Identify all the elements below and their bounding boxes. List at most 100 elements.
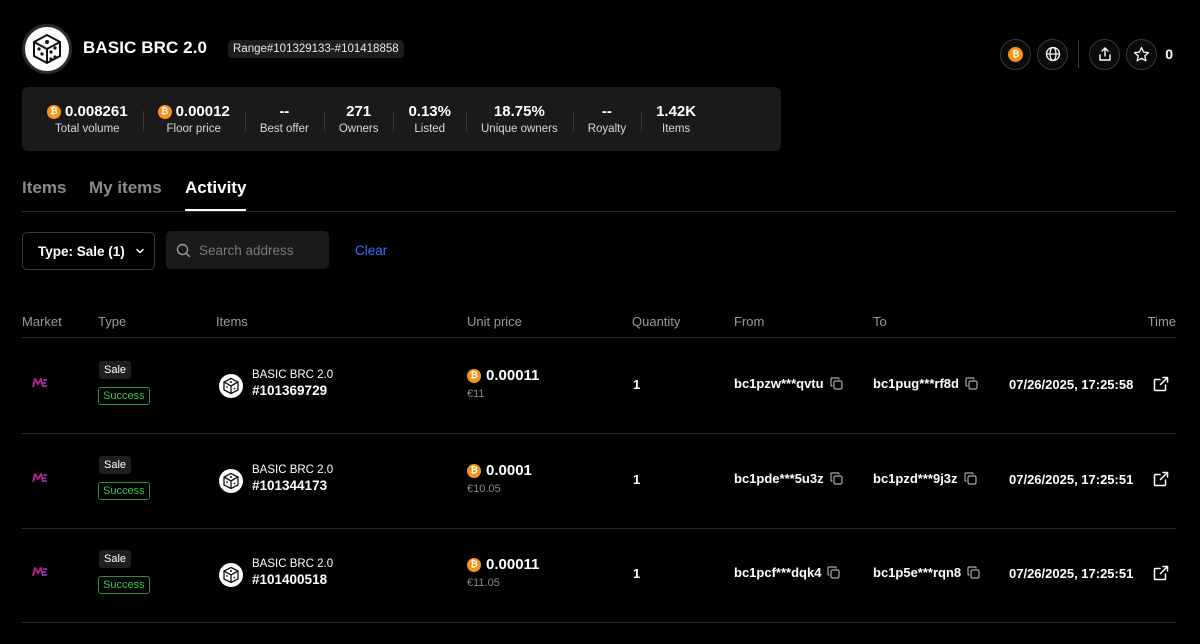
external-link-icon[interactable] — [1153, 471, 1169, 487]
copy-icon[interactable] — [965, 377, 978, 390]
stat-items: 1.42K Items — [641, 103, 711, 135]
from-address: bc1pzw***qvtu — [734, 376, 843, 391]
to-address: bc1pug***rf8d — [873, 376, 978, 391]
website-button[interactable] — [1037, 38, 1069, 70]
item-thumbnail[interactable] — [219, 374, 243, 398]
stat-label: Royalty — [587, 123, 627, 135]
tab-items[interactable]: Items — [22, 178, 66, 198]
stat-label: Unique owners — [481, 123, 558, 135]
item-info[interactable]: BASIC BRC 2.0 #101400518 — [252, 558, 333, 587]
stat-value: -- — [279, 103, 290, 120]
price-fiat: €11.05 — [467, 577, 500, 589]
from-address-text[interactable]: bc1pzw***qvtu — [734, 376, 824, 391]
quantity: 1 — [633, 377, 641, 392]
stat-unique-owners: 18.75% Unique owners — [466, 103, 573, 135]
type-filter-dropdown[interactable]: Type: Sale (1) — [22, 232, 155, 270]
active-tab-indicator — [185, 209, 246, 211]
magic-eden-icon[interactable] — [32, 377, 48, 389]
column-header-to: To — [873, 314, 887, 329]
stat-label: Items — [662, 123, 691, 135]
column-header-market: Market — [22, 314, 62, 329]
search-input[interactable] — [199, 242, 319, 258]
tab-activity[interactable]: Activity — [185, 178, 246, 198]
unit-price: ₿ 0.00011 €11 — [467, 367, 539, 400]
favorite-button[interactable] — [1126, 38, 1158, 70]
bitcoin-icon: ₿ — [157, 104, 172, 119]
price-value: 0.00011 — [486, 556, 540, 573]
timestamp: 07/26/2025, 17:25:51 — [1009, 472, 1134, 487]
header-divider — [1078, 40, 1080, 68]
stat-label: Floor price — [166, 123, 221, 135]
search-icon — [176, 243, 191, 257]
dice-icon — [223, 472, 239, 490]
copy-icon[interactable] — [827, 566, 841, 579]
activity-row: Sale Success BASIC BRC 2.0 #101344173 ₿ 0… — [22, 434, 1176, 529]
stat-royalty: -- Royalty — [572, 103, 641, 135]
status-badge: Success — [98, 387, 150, 405]
column-header-quantity: Quantity — [632, 314, 681, 329]
item-info[interactable]: BASIC BRC 2.0 #101344173 — [252, 464, 333, 493]
share-button[interactable] — [1089, 38, 1121, 70]
magic-eden-icon[interactable] — [32, 472, 48, 484]
bitcoin-button[interactable]: ₿ — [1000, 38, 1032, 70]
timestamp: 07/26/2025, 17:25:58 — [1009, 377, 1134, 392]
type-filter-label: Type: Sale (1) — [38, 243, 125, 259]
from-address-text[interactable]: bc1pde***5u3z — [734, 471, 824, 486]
stat-floor-price: ₿ 0.00012 Floor price — [142, 103, 245, 135]
stat-label: Total volume — [55, 123, 120, 135]
item-collection: BASIC BRC 2.0 — [252, 369, 334, 381]
to-address-text[interactable]: bc1p5e***rqn8 — [873, 565, 961, 580]
stat-owners: 271 Owners — [323, 103, 394, 135]
range-chip: Range#101329133-#101418858 — [228, 40, 404, 58]
item-id: #101400518 — [252, 572, 328, 587]
stat-label: Best offer — [259, 123, 309, 135]
collection-header: BASIC BRC 2.0 Range#101329133-#101418858… — [22, 24, 1178, 74]
stat-value: 0.13% — [408, 103, 451, 120]
unit-price: ₿ 0.0001 €10.05 — [467, 462, 532, 495]
price-value: 0.00011 — [486, 367, 540, 384]
tab-my-items[interactable]: My items — [89, 178, 162, 198]
column-header-from: From — [734, 314, 765, 329]
magic-eden-icon[interactable] — [32, 566, 48, 578]
to-address-text[interactable]: bc1pug***rf8d — [873, 376, 959, 391]
stat-best-offer: -- Best offer — [244, 103, 324, 135]
item-thumbnail[interactable] — [219, 563, 243, 587]
from-address: bc1pde***5u3z — [734, 471, 843, 486]
status-badge: Success — [98, 576, 150, 594]
type-badge: Sale — [99, 456, 132, 474]
column-header-items: Items — [216, 314, 248, 329]
quantity: 1 — [633, 566, 641, 581]
activity-row: Sale Success BASIC BRC 2.0 #101369729 ₿ 0… — [22, 339, 1176, 434]
bitcoin-icon: ₿ — [47, 104, 61, 119]
from-address-text[interactable]: bc1pcf***dqk4 — [734, 565, 821, 580]
price-fiat: €10.05 — [467, 483, 501, 495]
item-collection: BASIC BRC 2.0 — [252, 464, 334, 476]
header-actions: ₿ 0 — [994, 38, 1178, 70]
bitcoin-icon: ₿ — [1008, 46, 1024, 62]
item-thumbnail[interactable] — [219, 469, 243, 493]
column-header-time: Time — [1147, 314, 1176, 329]
clear-filters-link[interactable]: Clear — [355, 243, 387, 258]
external-link-icon[interactable] — [1153, 565, 1169, 581]
stats-bar: ₿ 0.008261 Total volume ₿ 0.00012 Floor pr… — [22, 87, 781, 151]
external-link-icon[interactable] — [1153, 376, 1169, 392]
column-header-unit-price: Unit price — [467, 314, 522, 329]
copy-icon[interactable] — [967, 566, 980, 579]
to-address: bc1pzd***9j3z — [873, 471, 977, 486]
dice-icon — [223, 566, 239, 584]
to-address-text[interactable]: bc1pzd***9j3z — [873, 471, 958, 486]
star-icon — [1134, 46, 1150, 61]
copy-icon[interactable] — [963, 472, 977, 485]
stat-value: -- — [601, 103, 612, 120]
copy-icon[interactable] — [829, 472, 843, 485]
from-address: bc1pcf***dqk4 — [734, 565, 841, 580]
timestamp: 07/26/2025, 17:25:51 — [1009, 566, 1134, 581]
stat-value: 0.00012 — [175, 103, 230, 120]
type-badge: Sale — [99, 550, 132, 568]
item-info[interactable]: BASIC BRC 2.0 #101369729 — [252, 369, 333, 398]
dice-icon — [223, 377, 239, 395]
item-id: #101369729 — [252, 383, 328, 398]
copy-icon[interactable] — [829, 377, 843, 390]
stat-total-volume: ₿ 0.008261 Total volume — [32, 103, 143, 135]
favorite-count: 0 — [1165, 46, 1173, 62]
